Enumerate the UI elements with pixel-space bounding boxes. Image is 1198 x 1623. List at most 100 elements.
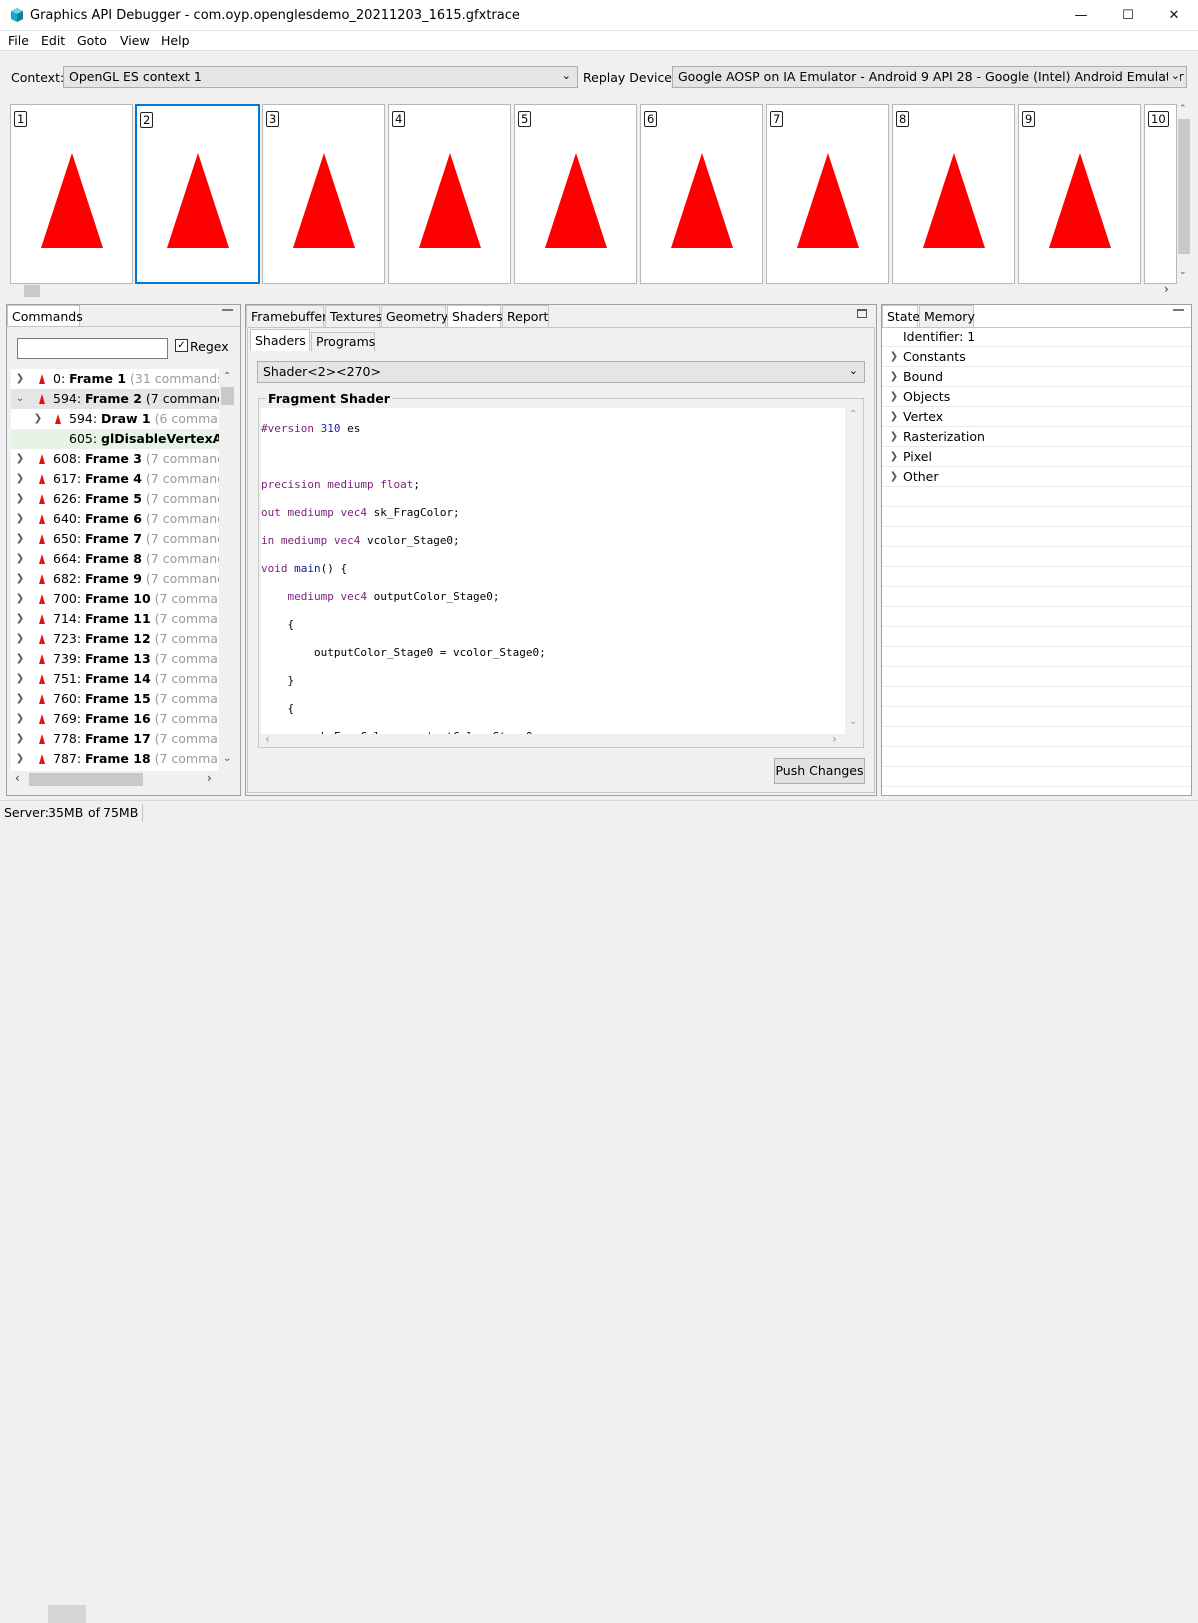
state-group-other[interactable]: ❯ Other bbox=[882, 467, 1191, 487]
tree-row-frame-2[interactable]: ⌄ 594: Frame 2 (7 commands) bbox=[11, 389, 219, 409]
chevron-right-icon[interactable]: ❯ bbox=[15, 649, 25, 669]
chevron-down-icon[interactable]: ⌄ bbox=[849, 716, 857, 727]
chevron-right-icon[interactable]: › bbox=[832, 732, 837, 746]
tree-row-frame-4[interactable]: ❯ 617: Frame 4 (7 commands) bbox=[11, 469, 219, 489]
tree-row-frame-14[interactable]: ❯ 751: Frame 14 (7 commands) bbox=[11, 669, 219, 689]
menu-help[interactable]: Help bbox=[161, 33, 190, 48]
tab-programs[interactable]: Programs bbox=[311, 332, 375, 351]
code-vertical-scrollbar[interactable]: ⌃ ⌄ bbox=[845, 408, 862, 734]
chevron-right-icon[interactable]: ❯ bbox=[889, 407, 899, 427]
tab-state[interactable]: State bbox=[882, 305, 920, 327]
chevron-right-icon[interactable]: › bbox=[207, 771, 212, 785]
menu-view[interactable]: View bbox=[120, 33, 150, 48]
chevron-down-icon[interactable]: ⌄ bbox=[15, 389, 25, 409]
frame-thumbnail-1[interactable]: 1 bbox=[10, 104, 133, 284]
context-select[interactable]: OpenGL ES context 1 ⌄ bbox=[63, 66, 578, 88]
chevron-right-icon[interactable]: ❯ bbox=[15, 589, 25, 609]
menu-file[interactable]: File bbox=[8, 33, 29, 48]
tree-row-frame-1[interactable]: ❯ 0: Frame 1 (31 commands) bbox=[11, 369, 219, 389]
frame-thumbnail-3[interactable]: 3 bbox=[262, 104, 385, 284]
frame-thumbnail-7[interactable]: 7 bbox=[766, 104, 889, 284]
chevron-right-icon[interactable]: ❯ bbox=[15, 729, 25, 749]
chevron-right-icon[interactable]: ❯ bbox=[15, 529, 25, 549]
frame-thumbnail-10[interactable]: 10 bbox=[1144, 104, 1177, 284]
scrollbar-thumb[interactable] bbox=[221, 387, 234, 405]
chevron-right-icon[interactable]: ❯ bbox=[15, 449, 25, 469]
tree-row-frame-13[interactable]: ❯ 739: Frame 13 (7 commands) bbox=[11, 649, 219, 669]
regex-checkbox[interactable]: ✓ bbox=[175, 339, 188, 352]
frame-thumbnail-4[interactable]: 4 bbox=[388, 104, 511, 284]
pane-minimize-icon[interactable] bbox=[1173, 309, 1184, 317]
menu-edit[interactable]: Edit bbox=[41, 33, 65, 48]
chevron-right-icon[interactable]: ❯ bbox=[889, 427, 899, 447]
tree-row-frame-7[interactable]: ❯ 650: Frame 7 (7 commands) bbox=[11, 529, 219, 549]
scrollbar-thumb[interactable] bbox=[29, 773, 143, 786]
tab-textures[interactable]: Textures bbox=[325, 305, 382, 327]
tree-row-frame-5[interactable]: ❯ 626: Frame 5 (7 commands) bbox=[11, 489, 219, 509]
minimize-button[interactable]: — bbox=[1058, 0, 1104, 31]
close-button[interactable]: ✕ bbox=[1151, 0, 1197, 31]
chevron-right-icon[interactable]: ❯ bbox=[15, 549, 25, 569]
tab-framebuffer[interactable]: Framebuffer bbox=[246, 305, 327, 327]
chevron-right-icon[interactable]: ❯ bbox=[15, 509, 25, 529]
state-identifier-row[interactable]: Identifier: 1 bbox=[882, 327, 1191, 347]
tab-geometry[interactable]: Geometry bbox=[381, 305, 448, 327]
tree-row-frame-11[interactable]: ❯ 714: Frame 11 (7 commands) bbox=[11, 609, 219, 629]
chevron-right-icon[interactable]: › bbox=[1164, 282, 1169, 296]
chevron-right-icon[interactable]: ❯ bbox=[15, 609, 25, 629]
frame-thumbnail-9[interactable]: 9 bbox=[1018, 104, 1141, 284]
tree-row-frame-9[interactable]: ❯ 682: Frame 9 (7 commands) bbox=[11, 569, 219, 589]
chevron-up-icon[interactable]: ⌃ bbox=[223, 371, 231, 382]
thumbnail-horizontal-scrollbar[interactable]: › bbox=[7, 282, 1191, 298]
code-horizontal-scrollbar[interactable]: ‹ › bbox=[261, 732, 862, 747]
chevron-left-icon[interactable]: ‹ bbox=[15, 771, 20, 785]
chevron-right-icon[interactable]: ❯ bbox=[15, 369, 25, 389]
tab-shaders-list[interactable]: Shaders bbox=[250, 329, 310, 351]
chevron-right-icon[interactable]: ❯ bbox=[15, 689, 25, 709]
commands-vertical-scrollbar[interactable]: ⌃ ⌄ bbox=[219, 369, 236, 771]
command-filter-input[interactable] bbox=[17, 338, 168, 359]
state-group-pixel[interactable]: ❯ Pixel bbox=[882, 447, 1191, 467]
tab-shaders[interactable]: Shaders bbox=[447, 305, 503, 327]
state-group-rasterization[interactable]: ❯ Rasterization bbox=[882, 427, 1191, 447]
chevron-right-icon[interactable]: ❯ bbox=[33, 409, 43, 429]
replay-device-select[interactable]: Google AOSP on IA Emulator - Android 9 A… bbox=[672, 66, 1187, 88]
command-tree[interactable]: ❯ 0: Frame 1 (31 commands) ⌄ 594: Frame … bbox=[11, 369, 219, 771]
tree-row-frame-8[interactable]: ❯ 664: Frame 8 (7 commands) bbox=[11, 549, 219, 569]
tree-row-command-605[interactable]: 605: glDisableVertexAttr bbox=[11, 429, 219, 449]
chevron-right-icon[interactable]: ❯ bbox=[889, 367, 899, 387]
chevron-right-icon[interactable]: ❯ bbox=[889, 387, 899, 407]
push-changes-button[interactable]: Push Changes bbox=[774, 758, 865, 784]
chevron-right-icon[interactable]: ❯ bbox=[15, 569, 25, 589]
chevron-down-icon[interactable]: ⌄ bbox=[1179, 267, 1187, 277]
chevron-right-icon[interactable]: ❯ bbox=[15, 709, 25, 729]
tree-row-frame-18[interactable]: ❯ 787: Frame 18 (7 commands) bbox=[11, 749, 219, 769]
tree-row-frame-12[interactable]: ❯ 723: Frame 12 (7 commands) bbox=[11, 629, 219, 649]
tree-row-draw-1[interactable]: ❯ 594: Draw 1 (6 commands) bbox=[11, 409, 219, 429]
state-group-objects[interactable]: ❯ Objects bbox=[882, 387, 1191, 407]
scrollbar-thumb[interactable] bbox=[1178, 119, 1190, 254]
frame-thumbnail-6[interactable]: 6 bbox=[640, 104, 763, 284]
chevron-right-icon[interactable]: ❯ bbox=[889, 347, 899, 367]
tree-row-frame-17[interactable]: ❯ 778: Frame 17 (7 commands) bbox=[11, 729, 219, 749]
tree-row-frame-10[interactable]: ❯ 700: Frame 10 (7 commands) bbox=[11, 589, 219, 609]
tree-row-frame-16[interactable]: ❯ 769: Frame 16 (7 commands) bbox=[11, 709, 219, 729]
tab-commands[interactable]: Commands bbox=[7, 305, 83, 327]
chevron-down-icon[interactable]: ⌄ bbox=[223, 753, 231, 764]
tab-memory[interactable]: Memory bbox=[919, 305, 975, 327]
chevron-right-icon[interactable]: ❯ bbox=[15, 469, 25, 489]
state-group-vertex[interactable]: ❯ Vertex bbox=[882, 407, 1191, 427]
frame-thumbnail-2[interactable]: 2 bbox=[135, 104, 260, 284]
tree-row-frame-6[interactable]: ❯ 640: Frame 6 (7 commands) bbox=[11, 509, 219, 529]
pane-minimize-icon[interactable] bbox=[222, 309, 233, 317]
chevron-right-icon[interactable]: ❯ bbox=[889, 467, 899, 487]
tree-row-frame-15[interactable]: ❯ 760: Frame 15 (7 commands) bbox=[11, 689, 219, 709]
maximize-button[interactable]: ☐ bbox=[1105, 0, 1151, 31]
chevron-up-icon[interactable]: ⌃ bbox=[1179, 104, 1187, 114]
chevron-right-icon[interactable]: ❯ bbox=[15, 489, 25, 509]
chevron-right-icon[interactable]: ❯ bbox=[889, 447, 899, 467]
tab-report[interactable]: Report bbox=[502, 305, 549, 327]
tree-row-frame-3[interactable]: ❯ 608: Frame 3 (7 commands) bbox=[11, 449, 219, 469]
maximize-pane-icon[interactable] bbox=[857, 309, 867, 318]
chevron-right-icon[interactable]: ❯ bbox=[15, 629, 25, 649]
